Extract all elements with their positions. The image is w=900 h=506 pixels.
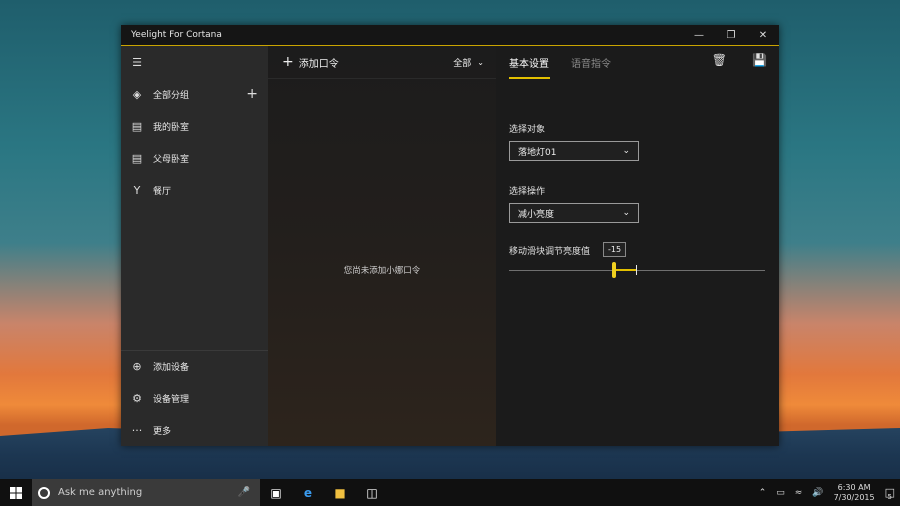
sidebar-item-dining[interactable]: Υ 餐厅 bbox=[121, 175, 268, 205]
add-circle-icon: ⊕ bbox=[132, 359, 142, 373]
slider-value-tooltip: -15 bbox=[603, 242, 627, 257]
brightness-slider-track[interactable] bbox=[509, 270, 765, 271]
chevron-down-icon: ⌄ bbox=[622, 208, 630, 218]
volume-icon[interactable]: 🔊 bbox=[807, 488, 828, 498]
target-select-value: 落地灯01 bbox=[518, 147, 557, 158]
filter-dropdown[interactable]: 全部 ⌄ bbox=[453, 56, 496, 69]
slider-zero-tick bbox=[636, 265, 637, 275]
app-window: Yeelight For Cortana — ❐ ✕ ☰ ◈ 全部分组 + ▤ … bbox=[121, 25, 779, 446]
cortana-icon bbox=[38, 486, 50, 499]
trash-icon[interactable]: 🗑 bbox=[712, 53, 727, 67]
sidebar-item-my-bedroom[interactable]: ▤ 我的卧室 bbox=[121, 111, 268, 141]
restore-button[interactable]: ❐ bbox=[715, 25, 747, 45]
brightness-slider-thumb[interactable] bbox=[612, 262, 616, 278]
close-button[interactable]: ✕ bbox=[747, 25, 779, 45]
chevron-down-icon: ⌄ bbox=[477, 57, 484, 67]
empty-state-text: 您尚未添加小娜口令 bbox=[343, 266, 421, 276]
gear-icon: ⚙ bbox=[132, 391, 142, 405]
edge-browser-icon[interactable]: e bbox=[292, 479, 324, 506]
dining-icon: Υ bbox=[133, 183, 141, 197]
windows-logo-icon bbox=[10, 486, 22, 499]
clock[interactable]: 6:30 AM 7/30/2015 bbox=[829, 483, 880, 503]
sidebar-item-label: 添加设备 bbox=[153, 362, 190, 373]
hamburger-icon: ☰ bbox=[132, 55, 142, 69]
action-select[interactable]: 减小亮度 ⌄ bbox=[509, 203, 639, 223]
sidebar-item-more[interactable]: ··· 更多 bbox=[121, 415, 268, 445]
sidebar-item-all-groups[interactable]: ◈ 全部分组 + bbox=[121, 79, 268, 109]
target-select[interactable]: 落地灯01 ⌄ bbox=[509, 141, 639, 161]
bed-icon: ▤ bbox=[131, 119, 143, 133]
sidebar-item-add-device[interactable]: ⊕ 添加设备 bbox=[121, 351, 268, 381]
target-label: 选择对象 bbox=[509, 125, 546, 135]
search-placeholder: Ask me anything bbox=[58, 487, 143, 498]
sidebar-item-label: 设备管理 bbox=[153, 394, 190, 405]
tab-underline bbox=[509, 77, 550, 79]
slider-label: 移动滑块调节亮度值 bbox=[509, 247, 591, 257]
sidebar-item-label: 餐厅 bbox=[153, 186, 172, 197]
sidebar-item-device-management[interactable]: ⚙ 设备管理 bbox=[121, 383, 268, 413]
clock-date: 7/30/2015 bbox=[833, 492, 875, 502]
system-tray: ⌃ ▭ ≈ 🔊 6:30 AM 7/30/2015 □ 5 bbox=[754, 479, 900, 506]
settings-panel: 基本设置 语音指令 🗑 💾 选择对象 落地灯01 ⌄ 选择操作 减小亮度 ⌄ 移… bbox=[496, 46, 779, 446]
battery-icon[interactable]: ▭ bbox=[771, 488, 790, 498]
more-icon: ··· bbox=[131, 423, 143, 437]
chevron-up-icon[interactable]: ⌃ bbox=[754, 488, 772, 498]
file-explorer-icon[interactable]: ■ bbox=[324, 479, 356, 506]
store-icon[interactable]: ◫ bbox=[356, 479, 388, 506]
chevron-down-icon: ⌄ bbox=[622, 146, 630, 156]
plus-icon: + bbox=[282, 54, 294, 70]
sidebar-item-label: 全部分组 bbox=[153, 90, 190, 101]
add-group-icon[interactable]: + bbox=[246, 86, 258, 102]
taskbar: Ask me anything 🎤 ▣ e ■ ◫ ⌃ ▭ ≈ 🔊 6:30 A… bbox=[0, 479, 900, 506]
action-select-value: 减小亮度 bbox=[518, 209, 555, 220]
tab-voice-commands[interactable]: 语音指令 bbox=[571, 55, 611, 70]
filter-label: 全部 bbox=[453, 58, 472, 69]
cortana-search-box[interactable]: Ask me anything 🎤 bbox=[32, 479, 260, 506]
clock-time: 6:30 AM bbox=[837, 482, 871, 492]
action-center-icon[interactable]: □ 5 bbox=[880, 486, 900, 501]
hamburger-menu-button[interactable]: ☰ bbox=[121, 47, 268, 77]
task-view-icon[interactable]: ▣ bbox=[260, 479, 292, 506]
command-toolbar: + 添加口令 全部 ⌄ bbox=[268, 46, 496, 79]
minimize-button[interactable]: — bbox=[683, 25, 715, 45]
bed-icon: ▤ bbox=[131, 151, 143, 165]
save-icon[interactable]: 💾 bbox=[752, 53, 767, 67]
action-label: 选择操作 bbox=[509, 187, 546, 197]
add-command-button[interactable]: + 添加口令 bbox=[268, 54, 339, 70]
sidebar-item-parents-bedroom[interactable]: ▤ 父母卧室 bbox=[121, 143, 268, 173]
layers-icon: ◈ bbox=[132, 87, 142, 101]
notification-count: 5 bbox=[887, 493, 892, 501]
microphone-icon[interactable]: 🎤 bbox=[238, 487, 250, 498]
sidebar: ☰ ◈ 全部分组 + ▤ 我的卧室 ▤ 父母卧室 Υ 餐厅 ⊕ 添加设备 ⚙ 设… bbox=[121, 46, 268, 446]
command-list-panel: + 添加口令 全部 ⌄ 您尚未添加小娜口令 bbox=[268, 46, 496, 446]
title-bar: Yeelight For Cortana — ❐ ✕ bbox=[121, 25, 779, 46]
add-command-label: 添加口令 bbox=[298, 58, 339, 70]
sidebar-item-label: 我的卧室 bbox=[153, 122, 190, 133]
window-title: Yeelight For Cortana bbox=[131, 30, 222, 40]
start-button[interactable] bbox=[0, 479, 32, 506]
sidebar-item-label: 父母卧室 bbox=[153, 154, 190, 165]
sidebar-item-label: 更多 bbox=[153, 426, 172, 437]
tab-basic-settings[interactable]: 基本设置 bbox=[509, 55, 549, 70]
wifi-icon[interactable]: ≈ bbox=[790, 488, 808, 498]
